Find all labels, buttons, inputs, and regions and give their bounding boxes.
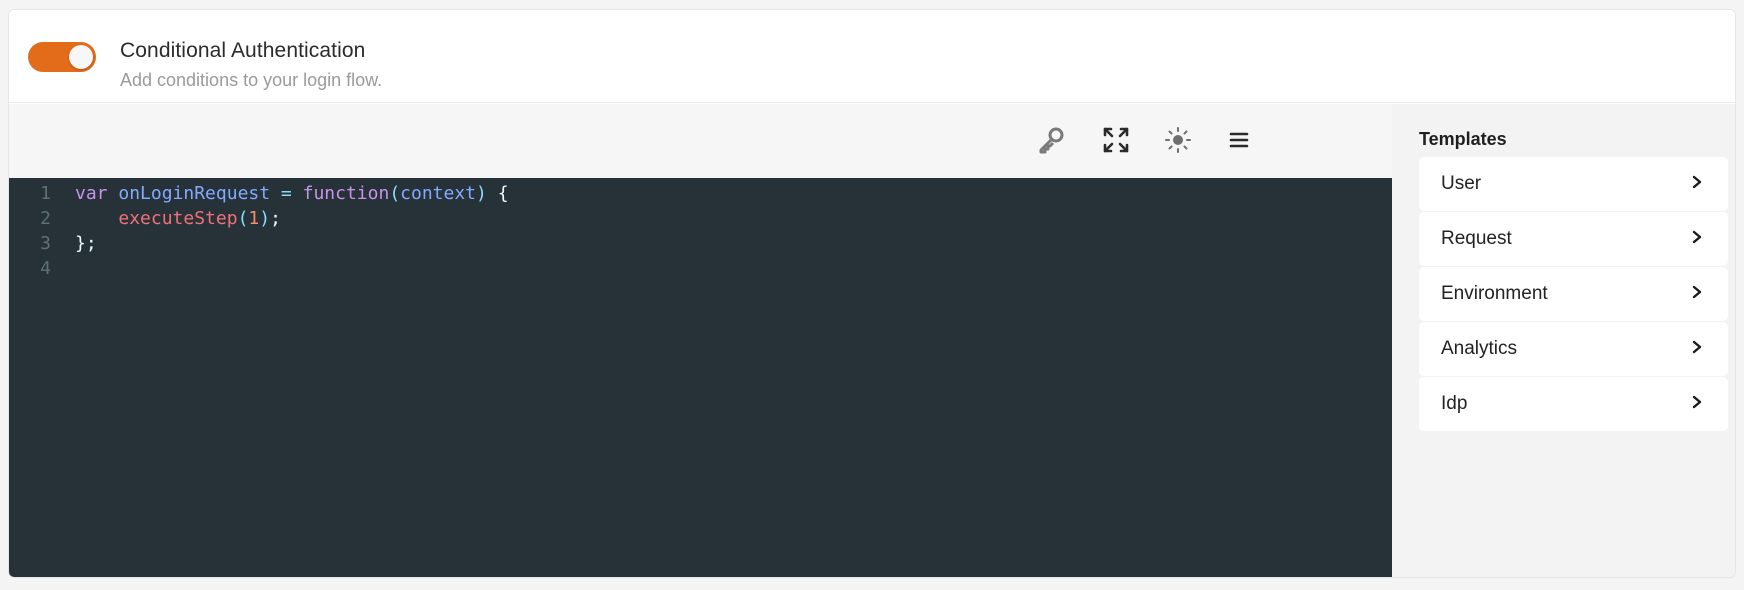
- panel-header: Conditional Authentication Add condition…: [9, 10, 1735, 103]
- menu-icon: [1229, 132, 1249, 148]
- code-token: var: [75, 183, 108, 204]
- code-token: context: [400, 183, 477, 204]
- template-item-analytics[interactable]: Analytics: [1419, 322, 1728, 376]
- code-token: ): [476, 183, 487, 204]
- code-token: onLoginRequest: [118, 183, 271, 204]
- editor-menu-button[interactable]: [1223, 124, 1255, 156]
- code-editor[interactable]: 1 var onLoginRequest = function(context) …: [9, 178, 1392, 577]
- theme-toggle-button[interactable]: [1162, 124, 1194, 156]
- conditional-auth-toggle[interactable]: [28, 42, 96, 72]
- code-token: function: [302, 183, 390, 204]
- line-content: var onLoginRequest = function(context) {: [75, 180, 509, 208]
- panel-title: Conditional Authentication: [120, 39, 366, 62]
- fullscreen-button[interactable]: [1100, 124, 1132, 156]
- code-line[interactable]: 3};: [9, 230, 1392, 258]
- template-item-label: Idp: [1441, 393, 1468, 414]
- code-line[interactable]: 1 var onLoginRequest = function(context) …: [9, 180, 1392, 208]
- template-item-label: Analytics: [1441, 338, 1518, 359]
- line-number: 2: [40, 208, 51, 229]
- code-token: (: [389, 183, 401, 204]
- template-item-label: Request: [1441, 228, 1512, 249]
- line-content: executeStep(1);: [75, 205, 281, 233]
- code-token: ;: [270, 208, 281, 229]
- templates-sidebar: Templates User Request Environment Analytic…: [1392, 104, 1735, 577]
- code-token: ): [259, 208, 271, 229]
- code-token: =: [280, 183, 292, 204]
- code-token: 1: [248, 208, 260, 229]
- chevron-right-icon: [1692, 230, 1702, 244]
- chevron-right-icon: [1692, 175, 1702, 189]
- conditional-auth-panel: Conditional Authentication Add condition…: [8, 9, 1736, 578]
- editor-toolbar: [9, 104, 1392, 178]
- template-item-request[interactable]: Request: [1419, 212, 1728, 266]
- toggle-knob: [69, 45, 93, 69]
- code-line[interactable]: 4: [9, 255, 1392, 283]
- code-token: };: [75, 233, 97, 254]
- secrets-button[interactable]: [1035, 124, 1067, 156]
- theme-sun-icon: [1165, 127, 1191, 153]
- script-editor-area: 1 var onLoginRequest = function(context) …: [9, 104, 1392, 577]
- line-number: 3: [40, 233, 51, 254]
- template-item-environment[interactable]: Environment: [1419, 267, 1728, 321]
- template-item-label: Environment: [1441, 283, 1548, 304]
- code-line[interactable]: 2 executeStep(1);: [9, 205, 1392, 233]
- panel-subtitle: Add conditions to your login flow.: [120, 70, 383, 90]
- line-content: };: [75, 230, 97, 258]
- template-item-idp[interactable]: Idp: [1419, 377, 1728, 431]
- chevron-right-icon: [1692, 340, 1702, 354]
- templates-title: Templates: [1419, 129, 1507, 149]
- code-token: executeStep: [118, 208, 238, 229]
- chevron-right-icon: [1692, 395, 1702, 409]
- chevron-right-icon: [1692, 285, 1702, 299]
- line-number: 1: [40, 183, 51, 204]
- code-token: (: [237, 208, 249, 229]
- line-number: 4: [40, 258, 51, 279]
- fullscreen-icon: [1103, 127, 1129, 153]
- key-icon: [1039, 127, 1064, 154]
- template-item-label: User: [1441, 173, 1482, 194]
- template-item-user[interactable]: User: [1419, 157, 1728, 211]
- code-token: {: [486, 183, 509, 204]
